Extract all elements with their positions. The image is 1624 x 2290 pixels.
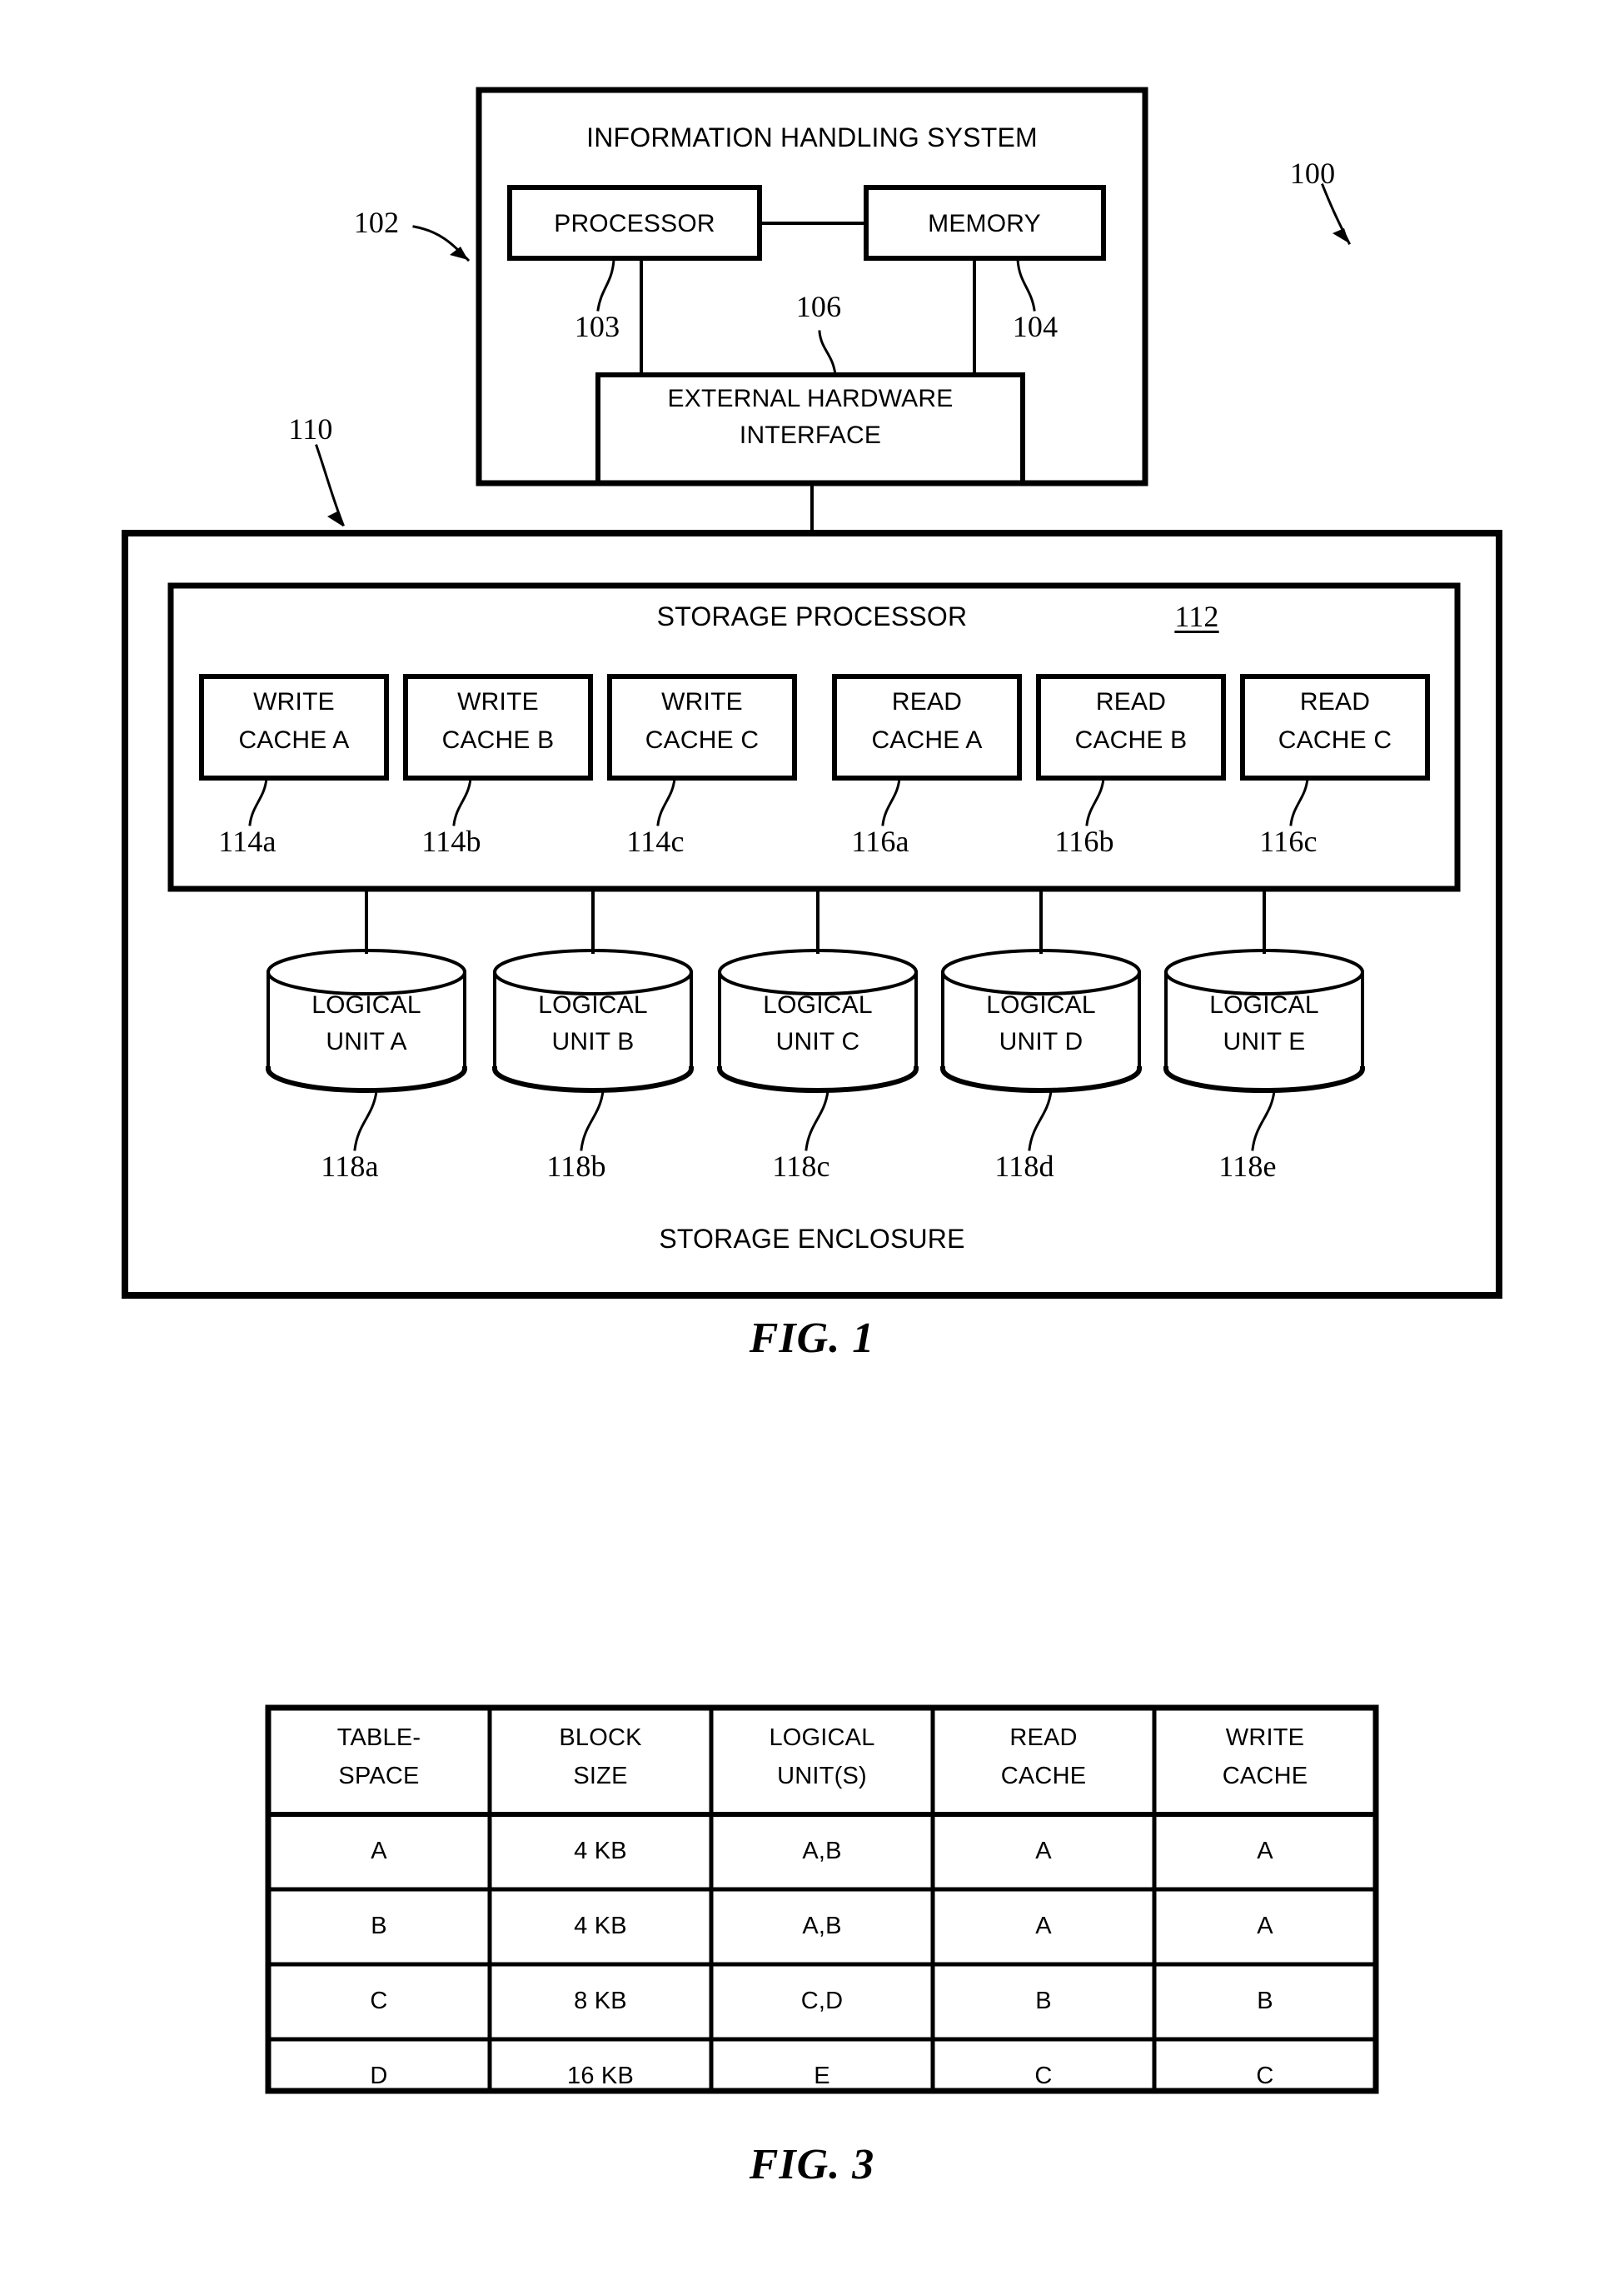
ref-118c: 118c <box>772 1150 830 1183</box>
external-hardware-interface-label-line1: EXTERNAL HARDWARE <box>667 385 954 412</box>
logical-unit-e-cylinder <box>1163 949 1366 1093</box>
information-handling-system-title: INFORMATION HANDLING SYSTEM <box>586 122 1038 152</box>
table-header-4-line2: CACHE <box>1222 1763 1308 1789</box>
read-cache-c-line1: READ <box>1299 688 1371 716</box>
table-header-0-line2: SPACE <box>338 1763 420 1789</box>
read-cache-a-line2: CACHE A <box>871 726 983 754</box>
ref-103: 103 <box>574 310 620 343</box>
ref-106: 106 <box>795 290 842 323</box>
table-header-0-line1: TABLE- <box>336 1724 421 1751</box>
ref-116a: 116a <box>851 825 909 858</box>
logical-unit-e-line2: UNIT E <box>1223 1028 1306 1055</box>
logical-unit-a-line2: UNIT A <box>326 1028 407 1055</box>
logical-unit-a-cylinder <box>265 949 468 1093</box>
ref-116b: 116b <box>1054 825 1114 858</box>
table-cell-r2-c3: B <box>1035 1988 1052 2014</box>
logical-unit-d-line1: LOGICAL <box>986 991 1096 1019</box>
ref-104: 104 <box>1012 310 1059 343</box>
table-cell-r3-c0: D <box>370 2063 388 2089</box>
table-cell-r0-c4: A <box>1257 1838 1273 1864</box>
ref-118e: 118e <box>1218 1150 1277 1183</box>
table-cell-r1-c1: 4 KB <box>574 1913 627 1939</box>
table-cell-r3-c2: E <box>814 2063 830 2089</box>
figure-3-caption: FIG. 3 <box>749 2141 875 2188</box>
ref-116c: 116c <box>1259 825 1318 858</box>
table-cell-r0-c3: A <box>1035 1838 1052 1864</box>
table-header-1-line1: BLOCK <box>559 1724 642 1751</box>
table-cell-r0-c0: A <box>371 1838 387 1864</box>
ref-114a: 114a <box>218 825 276 858</box>
patent-drawing-sheet: INFORMATION HANDLING SYSTEM PROCESSOR ME… <box>0 0 1624 2290</box>
ref-114c: 114c <box>626 825 685 858</box>
logical-unit-a-line1: LOGICAL <box>311 991 421 1019</box>
logical-unit-c-cylinder <box>716 949 919 1093</box>
table-header-2-line2: UNIT(S) <box>777 1763 867 1789</box>
table-cell-r0-c2: A,B <box>802 1838 842 1864</box>
table-cell-r2-c0: C <box>370 1988 388 2014</box>
ref-118d: 118d <box>994 1150 1054 1183</box>
logical-unit-d-line2: UNIT D <box>999 1028 1083 1055</box>
logical-unit-e-line1: LOGICAL <box>1209 991 1319 1019</box>
table-header-4-line1: WRITE <box>1225 1724 1305 1751</box>
processor-label: PROCESSOR <box>554 210 715 237</box>
memory-label: MEMORY <box>928 210 1041 237</box>
ref-102: 102 <box>353 206 400 239</box>
read-cache-a-line1: READ <box>891 688 963 716</box>
table-header-2-line1: LOGICAL <box>769 1724 875 1751</box>
table-cell-r1-c4: A <box>1257 1913 1273 1939</box>
read-cache-c-line2: CACHE C <box>1278 726 1392 754</box>
ref-100: 100 <box>1289 157 1336 190</box>
table-cell-r1-c0: B <box>371 1913 387 1939</box>
table-header-1-line2: SIZE <box>573 1763 628 1789</box>
ref-118b: 118b <box>546 1150 606 1183</box>
logical-unit-b-cylinder <box>491 949 695 1093</box>
table-cell-r2-c4: B <box>1257 1988 1273 2014</box>
table-cell-r2-c1: 8 KB <box>574 1988 627 2014</box>
table-header-3-line1: READ <box>1009 1724 1078 1751</box>
ref-118a: 118a <box>321 1150 379 1183</box>
ref-112: 112 <box>1174 600 1219 633</box>
table-cell-r1-c3: A <box>1035 1913 1052 1939</box>
external-hardware-interface-label-line2: INTERFACE <box>739 422 882 449</box>
storage-processor-label: STORAGE PROCESSOR <box>656 601 968 631</box>
figure-artwork <box>122 87 1502 2094</box>
read-cache-b-line2: CACHE B <box>1074 726 1188 754</box>
write-cache-a-line1: WRITE <box>253 688 335 716</box>
table-cell-r0-c1: 4 KB <box>574 1838 627 1864</box>
write-cache-b-line2: CACHE B <box>441 726 555 754</box>
read-cache-b-line1: READ <box>1095 688 1167 716</box>
write-cache-c-line1: WRITE <box>661 688 743 716</box>
table-cell-r3-c4: C <box>1256 2063 1274 2089</box>
table-cell-r2-c2: C,D <box>800 1988 844 2014</box>
logical-unit-c-line1: LOGICAL <box>763 991 873 1019</box>
logical-unit-c-line2: UNIT C <box>775 1028 860 1055</box>
table-header-3-line2: CACHE <box>1000 1763 1087 1789</box>
logical-unit-b-line2: UNIT B <box>551 1028 635 1055</box>
write-cache-b-line1: WRITE <box>457 688 539 716</box>
table-cell-r3-c1: 16 KB <box>567 2063 634 2089</box>
ref-114b: 114b <box>421 825 481 858</box>
write-cache-c-line2: CACHE C <box>645 726 760 754</box>
figure-1-caption: FIG. 1 <box>749 1315 875 1362</box>
logical-unit-d-cylinder <box>939 949 1143 1093</box>
table-cell-r1-c2: A,B <box>802 1913 842 1939</box>
write-cache-a-line2: CACHE A <box>238 726 350 754</box>
storage-enclosure-label: STORAGE ENCLOSURE <box>659 1224 965 1254</box>
logical-unit-b-line1: LOGICAL <box>538 991 648 1019</box>
table-cell-r3-c3: C <box>1034 2063 1053 2089</box>
ref-110: 110 <box>288 412 333 446</box>
